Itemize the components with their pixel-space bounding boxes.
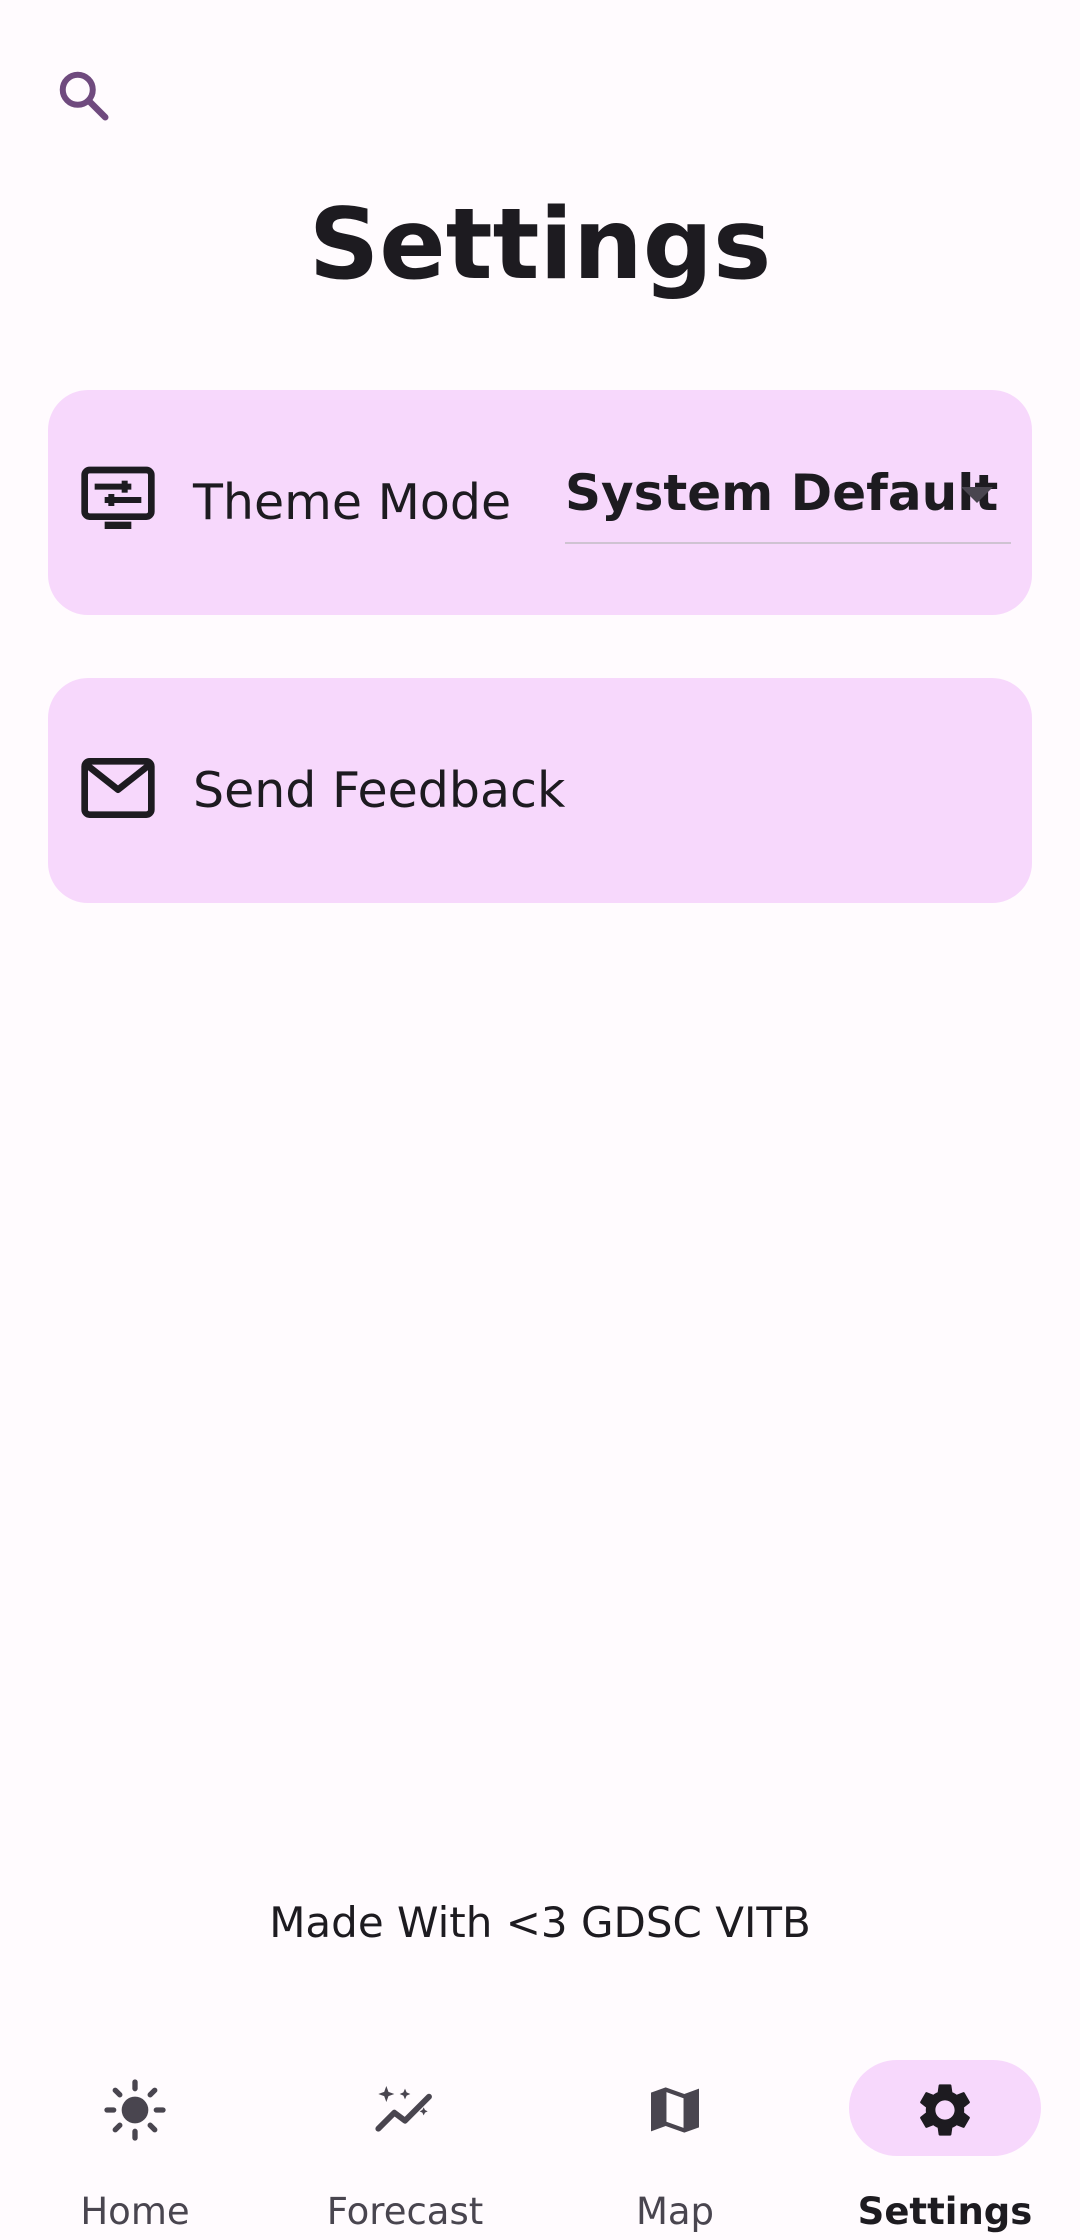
- chevron-down-icon: [961, 487, 993, 503]
- nav-label-map: Map: [635, 2190, 715, 2233]
- gear-icon: [920, 2084, 970, 2136]
- page-title: Settings: [308, 188, 772, 302]
- send-feedback-button[interactable]: Send Feedback: [48, 678, 1032, 903]
- theme-mode-label: Theme Mode: [193, 474, 512, 531]
- nav-item-map[interactable]: Map: [540, 2040, 810, 2240]
- footer-credit: Made With <3 GDSC VITB: [269, 1898, 811, 1947]
- search-button[interactable]: [50, 62, 118, 130]
- theme-mode-dropdown[interactable]: System Default: [565, 454, 1011, 544]
- forecast-trend-icon: [375, 2086, 432, 2132]
- nav-item-settings[interactable]: Settings: [810, 2040, 1080, 2240]
- mail-icon: [81, 758, 155, 818]
- nav-label-settings: Settings: [857, 2190, 1033, 2233]
- nav-item-forecast[interactable]: Forecast: [270, 2040, 540, 2240]
- map-icon: [651, 2087, 699, 2133]
- nav-label-forecast: Forecast: [326, 2190, 484, 2233]
- nav-item-home[interactable]: Home: [0, 2040, 270, 2240]
- display-settings-icon: [81, 466, 155, 529]
- theme-mode-value: System Default: [565, 464, 999, 522]
- send-feedback-label: Send Feedback: [193, 762, 566, 819]
- sun-icon: [104, 2079, 166, 2141]
- nav-label-home: Home: [80, 2190, 190, 2233]
- theme-mode-card: Theme Mode System Default: [48, 390, 1032, 615]
- search-icon: [59, 71, 109, 121]
- bottom-navigation: Home Forecast Map Settings: [0, 2040, 1080, 2240]
